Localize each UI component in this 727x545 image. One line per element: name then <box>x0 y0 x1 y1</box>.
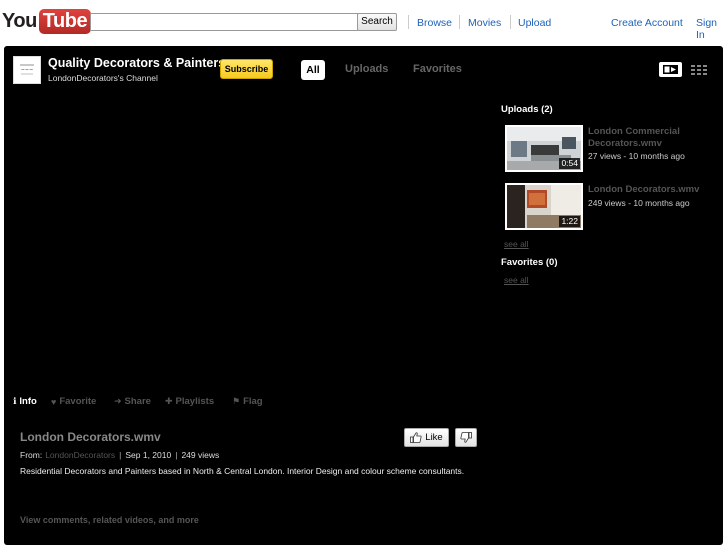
share-label: Share <box>124 396 151 407</box>
video-meta-line: From: LondonDecorators | Sep 1, 2010 | 2… <box>20 450 219 460</box>
from-label: From: <box>20 450 43 460</box>
like-label: Like <box>425 432 443 443</box>
youtube-logo[interactable]: You Tube <box>2 6 92 37</box>
video-thumbnail[interactable]: 0:54 <box>505 125 583 172</box>
nav-browse-link[interactable]: Browse <box>417 17 452 29</box>
favorites-heading: Favorites (0) <box>501 257 558 268</box>
heart-icon: ♥ <box>51 396 57 407</box>
svg-text:~~~: ~~~ <box>21 67 34 73</box>
grid-view-icon[interactable] <box>691 65 707 75</box>
nav-divider <box>510 15 511 29</box>
player-view-icon <box>663 65 678 74</box>
see-all-uploads-link[interactable]: see all <box>504 239 529 249</box>
video-player[interactable] <box>4 98 493 388</box>
info-label: Info <box>19 396 37 407</box>
tab-all[interactable]: All <box>301 60 325 80</box>
search-input[interactable] <box>90 13 358 31</box>
video-duration: 1:22 <box>559 216 580 227</box>
video-title-link[interactable]: London Decorators.wmv <box>588 184 718 196</box>
channel-logo-icon: ~~~ <box>20 64 34 75</box>
channel-title: Quality Decorators & Painters <box>48 56 226 70</box>
flag-icon: ⚑ <box>232 396 241 406</box>
favorite-action[interactable]: ♥ Favorite <box>51 396 96 407</box>
dislike-button[interactable] <box>455 428 477 447</box>
info-icon: ℹ <box>13 396 17 406</box>
video-meta: 27 views - 10 months ago <box>588 151 685 161</box>
logo-tube-text: Tube <box>38 9 92 34</box>
video-title: London Decorators.wmv <box>20 430 161 444</box>
video-meta: 249 views - 10 months ago <box>588 198 690 208</box>
like-button[interactable]: Like <box>404 428 449 447</box>
meta-separator: | <box>175 450 178 460</box>
tab-uploads[interactable]: Uploads <box>345 63 388 75</box>
view-more-link[interactable]: View comments, related videos, and more <box>20 515 199 525</box>
channel-subtitle: LondonDecorators's Channel <box>48 73 158 83</box>
flag-action[interactable]: ⚑ Flag <box>232 396 263 407</box>
subscribe-button[interactable]: Subscribe <box>220 59 273 79</box>
thumbs-down-icon <box>460 432 472 443</box>
logo-you-text: You <box>2 10 37 32</box>
sign-in-link[interactable]: Sign In <box>696 17 727 41</box>
video-title-link[interactable]: London Commercial Decorators.wmv <box>588 126 718 150</box>
video-description: Residential Decorators and Painters base… <box>20 466 465 476</box>
see-all-favorites-link[interactable]: see all <box>504 275 529 285</box>
arrow-right-icon: ➜ <box>114 396 122 406</box>
create-account-link[interactable]: Create Account <box>611 17 683 29</box>
meta-separator: | <box>119 450 122 460</box>
video-duration: 0:54 <box>559 158 580 169</box>
playlists-label: Playlists <box>175 396 215 407</box>
view-count: 249 views <box>181 450 220 460</box>
nav-divider <box>459 15 460 29</box>
nav-upload-link[interactable]: Upload <box>518 17 551 29</box>
nav-divider <box>408 15 409 29</box>
uploader-link[interactable]: LondonDecorators <box>45 450 115 460</box>
video-thumbnail[interactable]: 1:22 <box>505 183 583 230</box>
playlists-action[interactable]: ✚ Playlists <box>165 396 214 407</box>
flag-label: Flag <box>243 396 263 407</box>
channel-avatar[interactable]: ~~~ <box>13 56 41 84</box>
channel-panel: ~~~ Quality Decorators & Painters London… <box>4 46 723 545</box>
thumbs-up-icon <box>410 432 422 443</box>
plus-icon: ✚ <box>165 396 173 406</box>
tab-favorites[interactable]: Favorites <box>413 63 462 75</box>
upload-date: Sep 1, 2010 <box>125 450 172 460</box>
uploads-heading: Uploads (2) <box>501 104 553 115</box>
nav-movies-link[interactable]: Movies <box>468 17 501 29</box>
player-view-toggle[interactable] <box>659 62 682 77</box>
masthead: You Tube Search Browse Movies Upload Cre… <box>0 0 727 44</box>
search-button[interactable]: Search <box>357 13 397 31</box>
info-action[interactable]: ℹ Info <box>13 396 37 407</box>
share-action[interactable]: ➜ Share <box>114 396 151 407</box>
favorite-label: Favorite <box>59 396 97 407</box>
